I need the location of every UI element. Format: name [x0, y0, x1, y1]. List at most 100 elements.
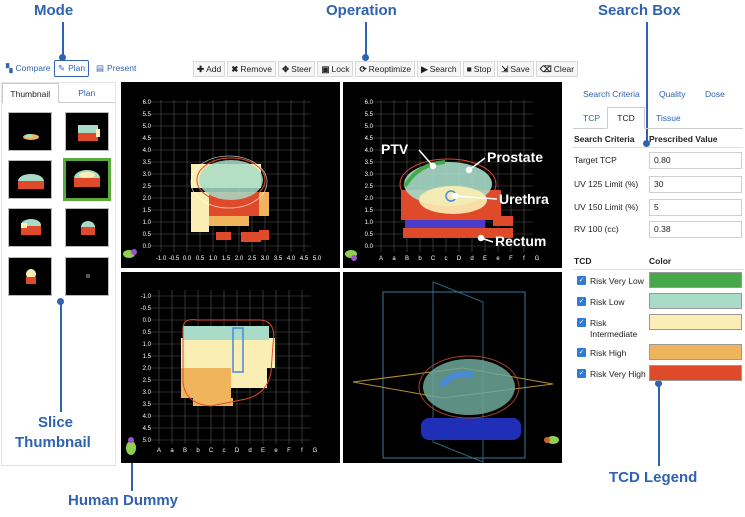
tab-tcd[interactable]: TCD [607, 107, 645, 129]
slice-thumbnail[interactable] [65, 208, 109, 247]
slice-thumbnail[interactable] [8, 257, 52, 296]
x-tick-label: b [196, 448, 200, 454]
swatch-risk-very-low[interactable] [649, 272, 742, 288]
tab-tcp[interactable]: TCP [583, 113, 600, 123]
x-tick-label: f [301, 448, 303, 454]
present-button[interactable]: ▤ Present [92, 60, 140, 77]
x-axis-ticks: -1.0 -0.5 0.0 0.5 1.0 1.5 2.0 2.5 3.0 3.5 4.0 4.5 5.… [156, 256, 322, 262]
swatch-risk-high[interactable] [649, 344, 742, 360]
x-tick-label: a [392, 256, 396, 262]
tab-plan[interactable]: Plan [58, 83, 115, 103]
viewport-bottom-left[interactable]: -1.0 -0.5 0.0 0.5 1.0 1.5 2.0 2.5 3.0 3.5 4.0 4.5 5.… [121, 272, 340, 463]
y-tick-label: -0.5 [141, 306, 152, 312]
viewport-top-right[interactable]: PTV Prostate Urethra Rectum 6.0 5.5 5.0 4.5… [343, 82, 562, 268]
swatch-risk-very-high[interactable] [649, 365, 742, 381]
y-tick-label: 2.5 [365, 184, 374, 190]
compare-button[interactable]: ▚ Compare [2, 60, 55, 77]
y-tick-label: 0.5 [365, 232, 374, 238]
slice-thumbnail[interactable] [8, 208, 52, 247]
y-tick-label: 4.0 [365, 148, 374, 154]
human-dummy-icon [126, 437, 136, 455]
x-tick-label: F [509, 256, 513, 262]
y-tick-label: 4.0 [143, 148, 152, 154]
y-tick-label: 4.5 [143, 136, 152, 142]
x-tick-label: F [287, 448, 291, 454]
criteria-label-uv125: UV 125 Limit (%) [574, 179, 639, 189]
target-tcp-field[interactable]: 0.80 [649, 152, 742, 169]
y-tick-label: 4.5 [143, 426, 152, 432]
stop-label: Stop [473, 64, 492, 74]
stop-button[interactable]: ■ Stop [462, 61, 496, 77]
x-tick-label: 5.0 [313, 256, 322, 262]
y-tick-label: 0.0 [143, 318, 152, 324]
y-tick-label: 0.0 [365, 244, 374, 250]
reoptimize-button[interactable]: ⟳ Reoptimize [355, 61, 416, 77]
checkbox-risk-high[interactable]: ✓ [577, 348, 586, 357]
x-tick-label: a [170, 448, 174, 454]
x-tick-label: 3.0 [261, 256, 270, 262]
plan-mode-button[interactable]: ✎ Plan [54, 60, 90, 77]
tab-quality[interactable]: Quality [659, 89, 685, 99]
x-tick-label: 4.0 [287, 256, 296, 262]
tab-dose[interactable]: Dose [705, 89, 725, 99]
x-tick-label: A [157, 448, 161, 454]
y-tick-label: 4.5 [365, 136, 374, 142]
label-risk-high: Risk High [590, 348, 627, 358]
annotation-tcd-legend: TCD Legend [609, 469, 698, 486]
y-tick-label: 3.5 [143, 402, 152, 408]
steer-label: Steer [291, 64, 312, 74]
slice-thumbnail[interactable] [65, 257, 109, 296]
remove-button[interactable]: ✖ Remove [227, 61, 277, 77]
search-button[interactable]: ▶ Search [417, 61, 461, 77]
y-tick-label: 2.0 [143, 196, 152, 202]
operation-toolbar: ✚ Add ✖ Remove ✥ Steer ▣ Lock ⟳ Reoptimize ▶ S… [193, 61, 579, 77]
swatch-risk-low[interactable] [649, 293, 742, 309]
trash-icon: ⌫ [539, 64, 552, 74]
x-tick-label: 1.5 [222, 256, 231, 262]
tab-tissue[interactable]: Tissue [656, 113, 681, 123]
lock-button[interactable]: ▣ Lock [317, 61, 354, 77]
stop-icon: ■ [466, 64, 472, 74]
checkbox-risk-very-low[interactable]: ✓ [577, 276, 586, 285]
label-risk-low: Risk Low [590, 297, 625, 307]
tab-thumbnail[interactable]: Thumbnail [2, 83, 59, 103]
y-tick-label: 1.0 [143, 342, 152, 348]
swatch-risk-intermediate[interactable] [649, 314, 742, 330]
criteria-label-rv100: RV 100 (cc) [574, 224, 619, 234]
slice-thumbnail-selected[interactable] [63, 158, 111, 201]
slice-thumbnail-panel: Thumbnail Plan [1, 82, 116, 466]
compare-icon: ▚ [6, 63, 13, 73]
x-tick-label: G [313, 448, 318, 454]
x-tick-label: E [261, 448, 265, 454]
rv100-field[interactable]: 0.38 [649, 221, 742, 238]
viewport-top-left[interactable]: 6.0 5.5 5.0 4.5 4.0 3.5 3.0 2.5 2.0 1.5 1.0 0.5 0.0 … [121, 82, 340, 268]
uv125-field[interactable]: 30 [649, 176, 742, 193]
remove-label: Remove [240, 64, 273, 74]
checkbox-risk-very-high[interactable]: ✓ [577, 369, 586, 378]
y-tick-label: 0.5 [143, 330, 152, 336]
viewport-3d[interactable] [343, 272, 562, 463]
tab-search-criteria[interactable]: Search Criteria [583, 89, 640, 99]
slice-thumbnail[interactable] [65, 112, 109, 151]
slice-thumbnail[interactable] [8, 112, 52, 151]
dose-map [181, 319, 275, 407]
x-tick-label: 4.5 [300, 256, 309, 262]
dose-map [190, 155, 269, 242]
x-tick-label: E [483, 256, 487, 262]
add-button[interactable]: ✚ Add [193, 61, 226, 77]
slice-thumbnail[interactable] [8, 160, 52, 199]
checkbox-risk-low[interactable]: ✓ [577, 297, 586, 306]
x-tick-label: d [248, 448, 251, 454]
y-tick-label: 0.5 [143, 232, 152, 238]
steer-button[interactable]: ✥ Steer [278, 61, 316, 77]
x-tick-label: C [209, 448, 214, 454]
y-tick-label: 3.0 [365, 172, 374, 178]
criteria-label-uv150: UV 150 Limit (%) [574, 202, 639, 212]
clear-button[interactable]: ⌫ Clear [535, 61, 579, 77]
uv150-field[interactable]: 5 [649, 199, 742, 216]
save-button[interactable]: ⇲ Save [497, 61, 534, 77]
x-tick-label: G [535, 256, 540, 262]
x-tick-label: e [496, 256, 500, 262]
3d-anatomy [418, 355, 521, 440]
checkbox-risk-intermediate[interactable]: ✓ [577, 318, 586, 327]
